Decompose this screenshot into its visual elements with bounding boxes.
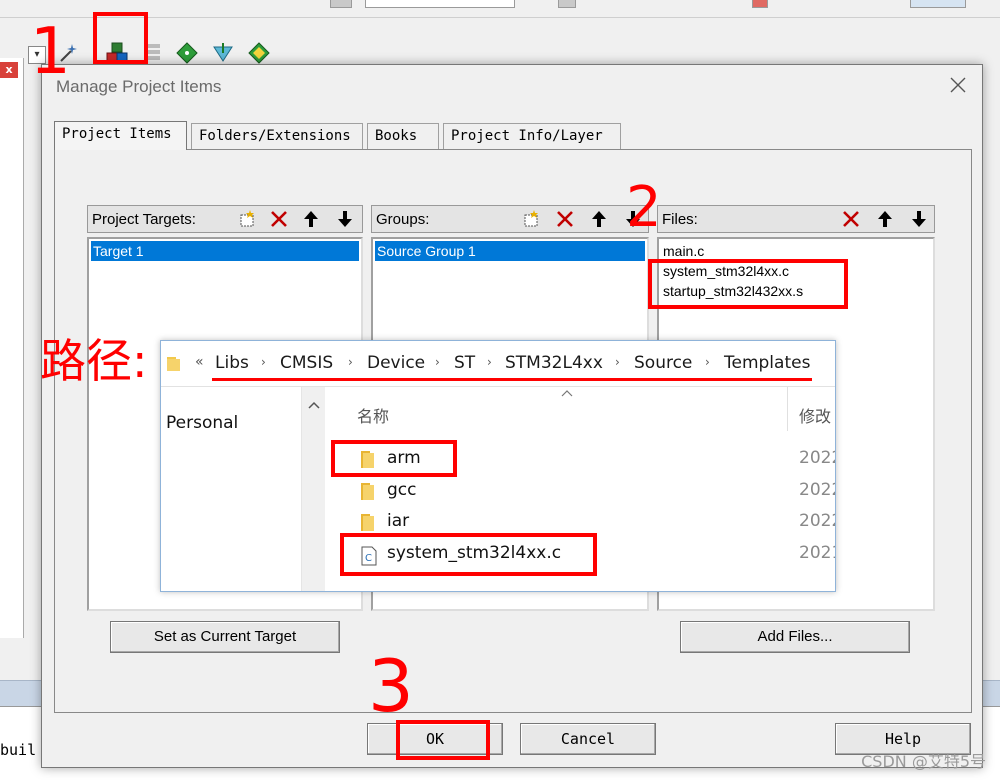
file-date: 2021 — [799, 543, 835, 563]
new-target-button[interactable] — [236, 208, 258, 230]
annotation-step-1: 1 — [30, 15, 71, 89]
ide-top-toolbar-strip — [0, 0, 1000, 18]
ide-toolbar: ▾ — [0, 18, 1000, 64]
column-header-modified[interactable]: 修改 — [799, 403, 831, 427]
move-group-up-button[interactable] — [588, 208, 610, 230]
breadcrumb-overflow-icon[interactable]: « — [195, 354, 204, 370]
arrow-down-icon — [912, 211, 926, 227]
breadcrumb-item[interactable]: STM32L4xx — [505, 353, 603, 373]
tab-folders-extensions[interactable]: Folders/Extensions — [191, 123, 363, 149]
breadcrumb-item[interactable]: Device — [367, 353, 425, 373]
file-date: 2022 — [799, 511, 835, 531]
highlight-manage-items-icon — [93, 12, 148, 64]
file-name: gcc — [387, 480, 417, 500]
chevron-right-icon: › — [487, 355, 492, 369]
tab-project-info-layer[interactable]: Project Info/Layer — [443, 123, 621, 149]
breadcrumb-item[interactable]: Libs — [215, 353, 249, 373]
ide-toolbar-fragment — [752, 0, 768, 8]
move-file-down-button[interactable] — [908, 208, 930, 230]
ide-toolbar-fragment — [558, 0, 576, 8]
arrow-up-icon — [304, 211, 318, 227]
navigation-scrollbar[interactable] — [301, 387, 325, 591]
folder-icon — [361, 514, 374, 531]
watermark: CSDN @艾特5号 — [861, 752, 986, 771]
breadcrumb-item[interactable]: Templates — [724, 353, 810, 373]
build-output-text: buil — [0, 741, 37, 759]
ide-toolbar-fragment — [910, 0, 966, 8]
set-current-target-button[interactable]: Set as Current Target — [110, 621, 340, 653]
nav-item-personal[interactable]: Personal — [166, 413, 238, 433]
new-item-icon — [240, 210, 254, 227]
highlight-path-underline — [212, 378, 812, 381]
arrow-down-icon — [338, 211, 352, 227]
move-target-up-button[interactable] — [300, 208, 322, 230]
chevron-right-icon: › — [348, 355, 353, 369]
breadcrumb-item[interactable]: Source — [634, 353, 692, 373]
project-targets-header: Project Targets: — [87, 205, 363, 233]
close-icon — [950, 77, 966, 93]
highlight-ok-button — [396, 720, 490, 760]
sort-ascending-icon — [561, 390, 573, 397]
close-icon[interactable]: x — [0, 62, 18, 78]
list-item[interactable]: gcc 2022 — [325, 477, 835, 507]
project-targets-label: Project Targets: — [92, 211, 196, 228]
delete-icon — [271, 211, 287, 227]
breadcrumb-item[interactable]: ST — [454, 353, 475, 373]
scroll-up-icon — [308, 401, 320, 409]
delete-file-button[interactable] — [840, 208, 862, 230]
breadcrumb-item[interactable]: CMSIS — [280, 353, 333, 373]
file-date: 2022 — [799, 480, 835, 500]
ide-toolbar-fragment — [330, 0, 352, 8]
delete-icon — [557, 211, 573, 227]
green-diamond-icon[interactable] — [174, 40, 200, 66]
tab-project-items[interactable]: Project Items — [54, 121, 187, 150]
highlight-arm-folder — [331, 440, 457, 477]
new-group-button[interactable] — [520, 208, 542, 230]
groups-header: Groups: — [371, 205, 649, 233]
files-label: Files: — [662, 211, 698, 228]
delete-target-button[interactable] — [268, 208, 290, 230]
new-item-icon — [524, 210, 538, 227]
delete-icon — [843, 211, 859, 227]
dialog-title: Manage Project Items — [56, 77, 222, 96]
file-name: iar — [387, 511, 410, 531]
navigation-pane: Personal — [161, 387, 301, 591]
download-diamond-icon[interactable] — [210, 40, 236, 66]
chevron-right-icon: › — [261, 355, 266, 369]
folder-icon — [167, 357, 180, 371]
column-header-name[interactable]: 名称 — [357, 403, 389, 427]
dialog-close-button[interactable] — [948, 75, 968, 95]
list-item[interactable]: main.c — [661, 241, 704, 261]
annotation-step-3: 3 — [368, 644, 414, 728]
files-header: Files: — [657, 205, 935, 233]
annotation-step-2: 2 — [626, 175, 662, 240]
list-item[interactable]: Target 1 — [91, 241, 359, 261]
tab-books[interactable]: Books — [367, 123, 439, 149]
delete-group-button[interactable] — [554, 208, 576, 230]
add-files-button[interactable]: Add Files... — [680, 621, 910, 653]
list-item[interactable]: Source Group 1 — [375, 241, 645, 261]
cancel-button[interactable]: Cancel — [520, 723, 656, 755]
highlight-added-files — [648, 259, 848, 309]
chevron-right-icon: › — [705, 355, 710, 369]
ide-project-panel — [0, 58, 24, 638]
ide-toolbar-combo — [365, 0, 515, 8]
folder-icon — [361, 483, 374, 500]
chevron-right-icon: › — [435, 355, 440, 369]
arrow-up-icon — [878, 211, 892, 227]
move-file-up-button[interactable] — [874, 208, 896, 230]
multi-diamond-icon[interactable] — [246, 40, 272, 66]
column-divider — [787, 387, 788, 431]
highlight-system-file — [340, 533, 597, 576]
groups-label: Groups: — [376, 211, 430, 228]
move-target-down-button[interactable] — [334, 208, 356, 230]
arrow-up-icon — [592, 211, 606, 227]
chevron-right-icon: › — [615, 355, 620, 369]
annotation-path-label: 路径: — [40, 334, 148, 388]
file-date: 2022 — [799, 448, 835, 468]
